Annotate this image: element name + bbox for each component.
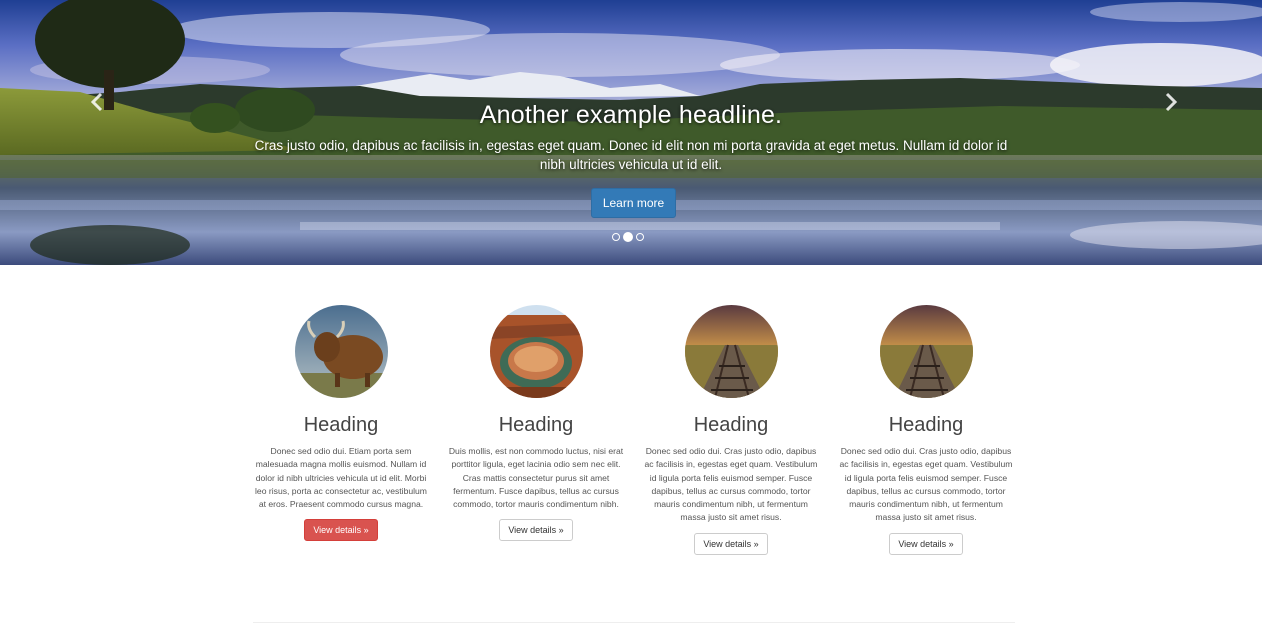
view-details-button[interactable]: View details » bbox=[499, 519, 573, 542]
view-details-button[interactable]: View details » bbox=[694, 532, 768, 555]
feature-text: Duis mollis, est non commodo luctus, nis… bbox=[448, 446, 624, 510]
chevron-left-icon[interactable] bbox=[86, 90, 110, 114]
carousel-text: Cras justo odio, dapibus ac facilisis in… bbox=[254, 138, 1008, 172]
marketing-row: Heading Donec sed odio dui. Etiam porta … bbox=[0, 265, 1262, 625]
feature-heading: Heading bbox=[303, 414, 379, 436]
carousel-indicator-active[interactable] bbox=[623, 232, 633, 242]
view-details-button[interactable]: View details » bbox=[304, 519, 378, 542]
feature-text: Donec sed odio dui. Etiam porta sem male… bbox=[255, 446, 427, 510]
feature-heading: Heading bbox=[888, 414, 964, 436]
feature-text: Donec sed odio dui. Cras justo odio, dap… bbox=[839, 446, 1013, 523]
feature-column: Heading Donec sed odio dui. Cras justo o… bbox=[836, 305, 1016, 555]
chevron-right-icon[interactable] bbox=[1158, 90, 1182, 114]
railway-tracks-photo bbox=[879, 305, 973, 398]
feature-column: Heading Duis mollis, est non commodo luc… bbox=[446, 305, 626, 542]
featurette-divider bbox=[253, 622, 1015, 623]
canyon-bend-photo bbox=[489, 305, 583, 398]
carousel-headline: Another example headline. bbox=[479, 101, 783, 129]
railway-tracks-photo bbox=[684, 305, 778, 398]
highland-cow-photo bbox=[294, 305, 388, 398]
feature-text: Donec sed odio dui. Cras justo odio, dap… bbox=[644, 446, 818, 523]
carousel-caption: Another example headline. Cras justo odi… bbox=[250, 98, 1012, 174]
hero-carousel: Another example headline. Cras justo odi… bbox=[0, 0, 1262, 265]
carousel-indicators bbox=[612, 232, 644, 243]
feature-column: Heading Donec sed odio dui. Cras justo o… bbox=[641, 305, 821, 555]
learn-more-button[interactable]: Learn more bbox=[591, 188, 676, 218]
carousel-indicator[interactable] bbox=[636, 233, 644, 241]
view-details-button[interactable]: View details » bbox=[889, 532, 963, 555]
carousel-indicator[interactable] bbox=[612, 233, 620, 241]
feature-column: Heading Donec sed odio dui. Etiam porta … bbox=[251, 305, 431, 542]
feature-heading: Heading bbox=[498, 414, 574, 436]
feature-heading: Heading bbox=[693, 414, 769, 436]
